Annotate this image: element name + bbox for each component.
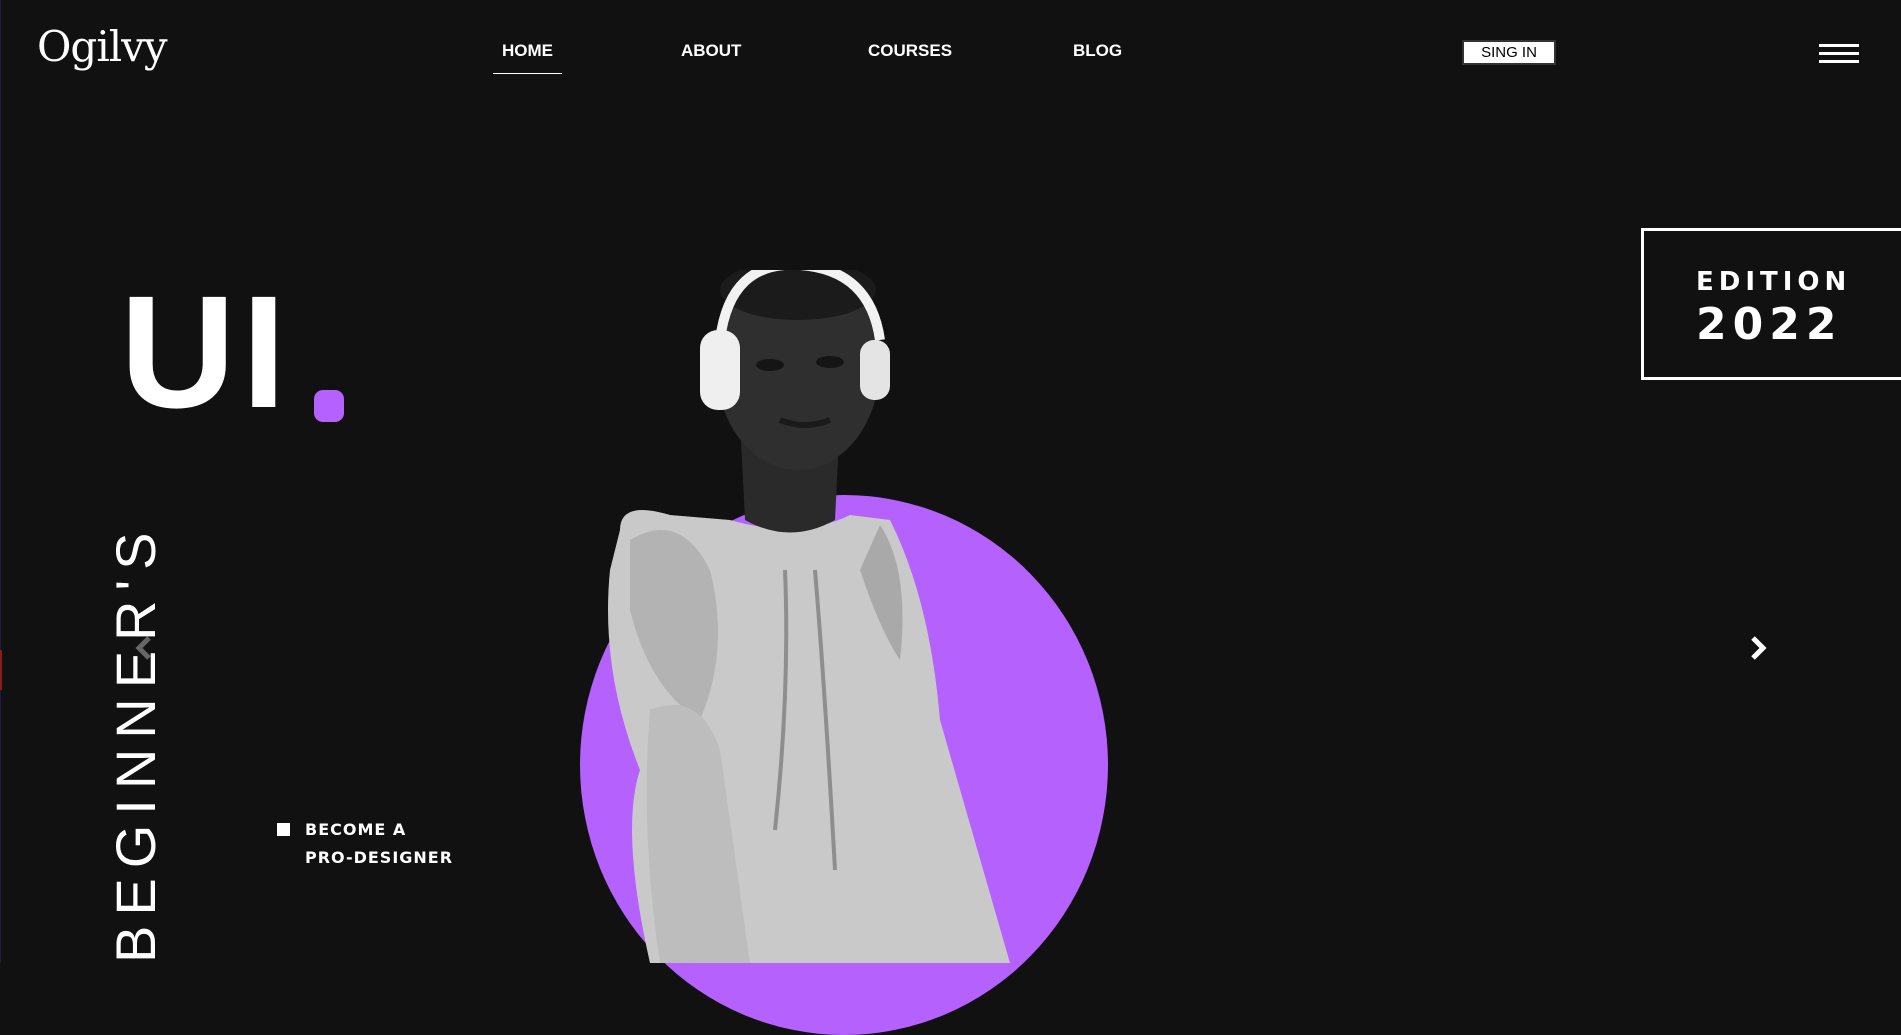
hamburger-menu-icon[interactable] <box>1819 44 1859 64</box>
edition-label: EDITION <box>1696 267 1852 297</box>
hero-title-dot <box>314 390 344 422</box>
nav-home[interactable]: HOME <box>493 41 562 74</box>
left-edge-line <box>0 0 1 963</box>
hero-person-image <box>608 270 1010 963</box>
brand-logo[interactable]: Ogilvy <box>37 22 168 71</box>
chevron-right-icon[interactable] <box>1746 633 1770 663</box>
nav-courses[interactable]: COURSES <box>868 41 952 61</box>
tagline-line-1: BECOME A <box>305 820 407 839</box>
hero-title: UI <box>120 262 292 441</box>
tagline-line-2: PRO-DESIGNER <box>305 848 454 867</box>
sign-in-button[interactable]: SING IN <box>1462 40 1556 65</box>
bullet-square-icon <box>277 823 290 836</box>
left-edge-marker <box>0 650 2 690</box>
nav-about[interactable]: ABOUT <box>681 41 741 61</box>
edition-badge: EDITION 2022 <box>1641 228 1901 380</box>
edition-year: 2022 <box>1696 299 1843 350</box>
chevron-left-icon[interactable] <box>132 633 156 663</box>
nav-blog[interactable]: BLOG <box>1073 41 1122 61</box>
